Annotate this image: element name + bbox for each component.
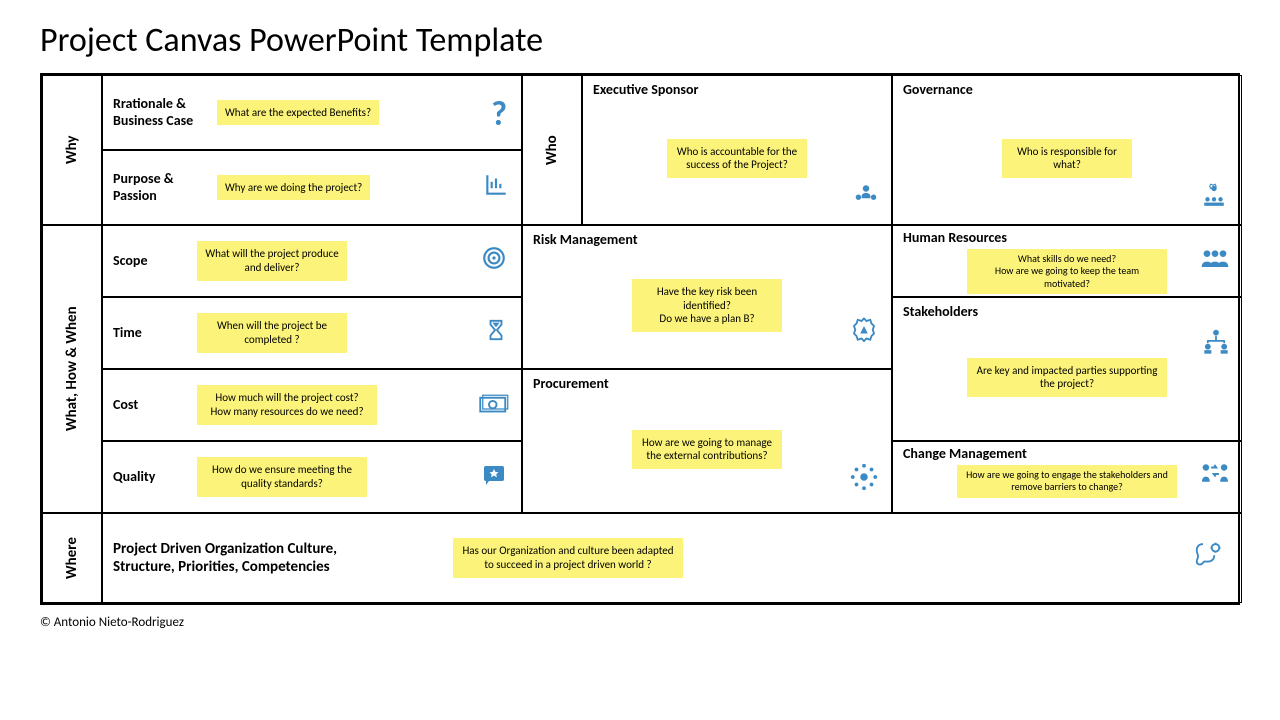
note-risk: Have the key risk been identified? Do we… — [632, 279, 782, 332]
cell-purpose: Purpose & Passion Why are we doing the p… — [102, 150, 522, 225]
network-icon — [849, 462, 879, 500]
gear-people-icon — [1199, 181, 1229, 216]
note-procurement: How are we going to manage the external … — [632, 430, 782, 470]
cell-time: Time When will the project be completed … — [102, 297, 522, 369]
footer-credit: © Antonio Nieto-Rodriguez — [40, 615, 1240, 630]
label-why: Why — [42, 75, 102, 225]
exchange-icon — [1199, 460, 1231, 495]
title-cost: Cost — [113, 397, 183, 414]
brain-gear-icon — [1191, 539, 1225, 577]
label-where: Where — [42, 513, 102, 603]
project-canvas: Why Rrationale & Business Case What are … — [40, 73, 1240, 605]
title-procurement: Procurement — [533, 376, 881, 393]
note-scope: What will the project produce and delive… — [197, 241, 347, 281]
money-icon — [479, 388, 509, 423]
note-governance: Who is responsible for what? — [1002, 139, 1132, 179]
note-quality: How do we ensure meeting the quality sta… — [197, 457, 367, 497]
title-rationale: Rrationale & Business Case — [113, 96, 203, 130]
title-stakeholders: Stakeholders — [903, 304, 1231, 321]
title-sponsor: Executive Sponsor — [593, 82, 881, 99]
cell-cost: Cost How much will the project cost? How… — [102, 369, 522, 441]
note-cost: How much will the project cost? How many… — [197, 385, 377, 425]
title-change: Change Management — [903, 446, 1231, 463]
title-governance: Governance — [903, 82, 1231, 99]
cell-stakeholders: Stakeholders Are key and impacted partie… — [892, 297, 1242, 441]
risk-gear-icon — [849, 316, 879, 354]
target-icon — [481, 244, 507, 279]
title-quality: Quality — [113, 469, 183, 486]
cell-risk: Risk Management Have the key risk been i… — [522, 225, 892, 369]
label-what: What, How & When — [42, 225, 102, 513]
note-rationale: What are the expected Benefits? — [217, 100, 379, 126]
org-chart-icon — [1201, 328, 1231, 364]
note-sponsor: Who is accountable for the success of th… — [667, 139, 807, 179]
cell-hr: Human Resources What skills do we need? … — [892, 225, 1242, 297]
star-badge-icon — [481, 460, 507, 495]
title-hr: Human Resources — [903, 230, 1231, 247]
label-who: Who — [522, 75, 582, 225]
cell-quality: Quality How do we ensure meeting the qua… — [102, 441, 522, 513]
team-icon — [851, 181, 881, 216]
note-org: Has our Organization and culture been ad… — [453, 538, 683, 578]
title-purpose: Purpose & Passion — [113, 171, 203, 205]
cell-change: Change Management How are we going to en… — [892, 441, 1242, 513]
title-scope: Scope — [113, 253, 183, 270]
cell-rationale: Rrationale & Business Case What are the … — [102, 75, 522, 150]
note-change: How are we going to engage the stakehold… — [957, 465, 1177, 498]
note-stakeholders: Are key and impacted parties supporting … — [967, 358, 1167, 398]
cell-sponsor: Executive Sponsor Who is accountable for… — [582, 75, 892, 225]
cell-org: Project Driven Organization Culture, Str… — [102, 513, 1242, 603]
cell-governance: Governance Who is responsible for what? — [892, 75, 1242, 225]
title-risk: Risk Management — [533, 232, 881, 249]
question-icon: ? — [491, 94, 507, 135]
note-time: When will the project be completed ? — [197, 313, 347, 353]
chart-icon — [483, 171, 509, 206]
cell-scope: Scope What will the project produce and … — [102, 225, 522, 297]
page-title: Project Canvas PowerPoint Template — [40, 20, 1240, 61]
title-org: Project Driven Organization Culture, Str… — [113, 540, 393, 576]
hourglass-icon — [485, 316, 507, 351]
cell-procurement: Procurement How are we going to manage t… — [522, 369, 892, 513]
people-icon — [1199, 244, 1231, 279]
note-hr: What skills do we need? How are we going… — [967, 249, 1167, 295]
note-purpose: Why are we doing the project? — [217, 175, 370, 201]
title-time: Time — [113, 325, 183, 342]
